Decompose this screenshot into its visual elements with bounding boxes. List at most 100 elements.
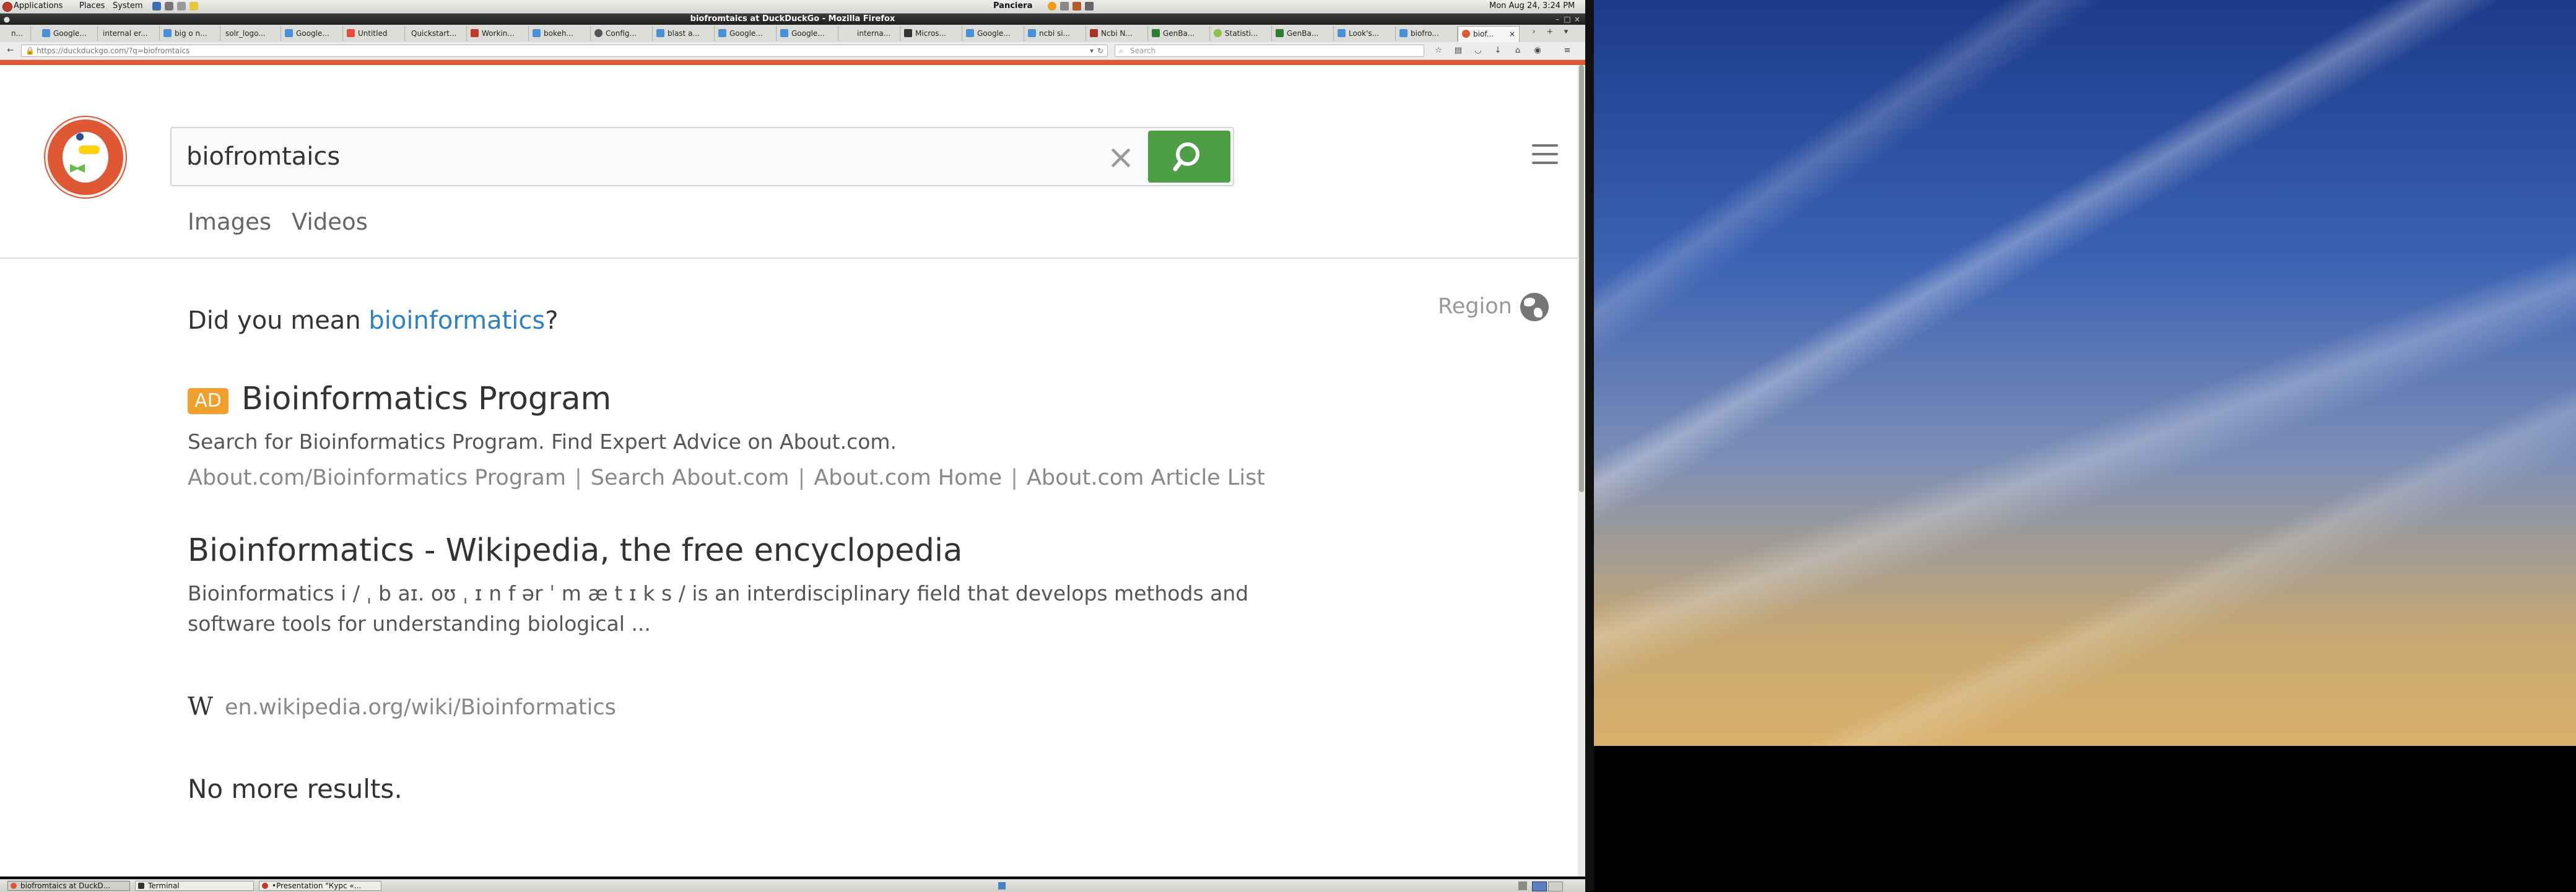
page-scrollbar[interactable] bbox=[1578, 65, 1585, 877]
maximize-icon[interactable]: □ bbox=[1563, 15, 1572, 24]
home-icon[interactable]: ⌂ bbox=[1511, 45, 1525, 57]
update-notifier-icon[interactable] bbox=[1048, 2, 1056, 11]
volume-icon[interactable] bbox=[1085, 2, 1094, 11]
taskbar-presentation[interactable]: •Presentation "Курс «... bbox=[259, 881, 381, 891]
workspace-1[interactable] bbox=[1532, 881, 1547, 891]
notification-icon[interactable] bbox=[998, 882, 1006, 890]
duckduckgo-logo-icon[interactable] bbox=[45, 117, 126, 197]
tab[interactable]: ncbi si... bbox=[1024, 26, 1086, 41]
url-text: https://duckduckgo.com/?q=biofromtaics bbox=[37, 46, 190, 55]
tab[interactable]: Config... bbox=[591, 26, 653, 41]
search-input[interactable] bbox=[186, 142, 1053, 171]
google-favicon-icon bbox=[42, 29, 50, 37]
browser-launcher-icon[interactable] bbox=[152, 2, 161, 11]
ad-result-title[interactable]: Bioinformatics Program bbox=[242, 381, 611, 417]
tab-label: Google... bbox=[791, 29, 825, 38]
tab[interactable]: GenBa... bbox=[1272, 26, 1334, 41]
url-bar[interactable]: 🔒 https://duckduckgo.com/?q=biofromtaics… bbox=[21, 45, 1108, 57]
trash-icon[interactable] bbox=[1518, 881, 1527, 890]
desktop-wallpaper bbox=[1594, 0, 2576, 746]
tab-images[interactable]: Images bbox=[188, 209, 271, 235]
tab-list-icon[interactable]: ▾ bbox=[1559, 26, 1573, 38]
ad-badge: AD bbox=[188, 388, 228, 414]
tab[interactable]: Workin... bbox=[467, 26, 529, 41]
tab[interactable]: interna... bbox=[838, 26, 900, 41]
result-title[interactable]: Bioinformatics - Wikipedia, the free enc… bbox=[188, 532, 962, 569]
window-menu-icon[interactable]: ● bbox=[2, 15, 11, 24]
tab[interactable]: blast a... bbox=[653, 26, 715, 41]
scrollbar-thumb[interactable] bbox=[1579, 65, 1584, 492]
monitor-gap bbox=[1585, 0, 1594, 891]
tab-close-icon[interactable]: × bbox=[1509, 27, 1515, 41]
tab-videos[interactable]: Videos bbox=[292, 209, 368, 235]
tab[interactable]: Google... bbox=[777, 26, 838, 41]
genbank-favicon-icon bbox=[1276, 29, 1284, 37]
sitelink[interactable]: About.com Article List bbox=[1027, 465, 1265, 490]
pocket-icon[interactable]: ◡ bbox=[1471, 45, 1485, 57]
search-button[interactable] bbox=[1148, 131, 1230, 183]
region-selector[interactable]: Region bbox=[1438, 294, 1512, 319]
suggestion-link[interactable]: bioinformatics bbox=[368, 306, 545, 335]
did-you-mean-prefix: Did you mean bbox=[188, 306, 369, 335]
tab-label: n... bbox=[11, 29, 24, 38]
reading-list-icon[interactable]: ▤ bbox=[1451, 45, 1465, 57]
chat-icon[interactable]: ◉ bbox=[1531, 45, 1544, 57]
tab-label: Google... bbox=[53, 29, 87, 38]
workspace-2[interactable] bbox=[1548, 881, 1563, 891]
clear-search-icon[interactable]: × bbox=[1100, 137, 1141, 178]
tab[interactable]: Google... bbox=[715, 26, 777, 41]
new-tab-icon[interactable]: + bbox=[1543, 26, 1557, 38]
window-titlebar[interactable]: ● biofromtaics at DuckDuckGo - Mozilla F… bbox=[0, 14, 1585, 25]
help-launcher-icon[interactable] bbox=[177, 2, 186, 11]
tab[interactable]: Look's... bbox=[1334, 26, 1396, 41]
gnome-foot-icon[interactable] bbox=[2, 2, 12, 12]
tab[interactable]: Untitled bbox=[343, 26, 405, 41]
tab[interactable]: Google... bbox=[281, 26, 343, 41]
did-you-mean: Did you mean bioinformatics? bbox=[188, 306, 558, 335]
notes-launcher-icon[interactable] bbox=[189, 2, 198, 11]
bookmark-star-icon[interactable]: ☆ bbox=[1432, 45, 1445, 57]
tab[interactable]: biofro... bbox=[1396, 26, 1458, 41]
back-icon[interactable]: ← bbox=[4, 45, 17, 57]
battery-icon[interactable] bbox=[1073, 2, 1081, 11]
tab[interactable]: Statisti... bbox=[1210, 26, 1272, 41]
reload-icon[interactable]: ↻ bbox=[1097, 45, 1103, 56]
url-dropdown-icon[interactable]: ▾ bbox=[1090, 45, 1094, 56]
tab-active[interactable]: biof... × bbox=[1458, 26, 1520, 42]
tab[interactable]: Google... bbox=[38, 26, 98, 41]
taskbar-firefox[interactable]: biofromtaics at DuckD... bbox=[7, 881, 130, 891]
window-close-icon[interactable]: × bbox=[1573, 15, 1582, 24]
result-url[interactable]: en.wikipedia.org/wiki/Bioinformatics bbox=[225, 695, 616, 720]
tab[interactable]: Google... bbox=[962, 26, 1024, 41]
globe-icon[interactable] bbox=[1520, 293, 1549, 321]
tab[interactable]: big o n... bbox=[160, 26, 220, 41]
download-icon[interactable]: ↓ bbox=[1491, 45, 1505, 57]
tab[interactable]: GenBa... bbox=[1148, 26, 1210, 41]
mail-launcher-icon[interactable] bbox=[165, 2, 173, 11]
panel-user-name[interactable]: Panciera bbox=[993, 1, 1032, 11]
menu-icon[interactable]: ≡ bbox=[1560, 45, 1574, 57]
tab[interactable]: bokeh... bbox=[529, 26, 591, 41]
panel-clock[interactable]: Mon Aug 24, 3:24 PM bbox=[1489, 1, 1575, 11]
tab[interactable]: Micros... bbox=[900, 26, 962, 41]
search-bar[interactable]: ⌕ Search bbox=[1115, 45, 1424, 57]
tab[interactable]: Quickstart... bbox=[405, 26, 467, 41]
menu-places[interactable]: Places bbox=[79, 1, 105, 11]
tab[interactable]: Ncbi N... bbox=[1086, 26, 1148, 41]
sitelink[interactable]: Search About.com bbox=[591, 465, 790, 490]
tab-scroll-right-icon[interactable]: › bbox=[1527, 26, 1541, 38]
tab-label: Google... bbox=[977, 29, 1011, 38]
taskbar-terminal[interactable]: Terminal bbox=[135, 881, 254, 891]
menu-applications[interactable]: Applications bbox=[14, 1, 63, 11]
tab[interactable]: internal er... bbox=[98, 26, 160, 41]
search-bar-placeholder: Search bbox=[1130, 46, 1156, 55]
tab[interactable]: n... bbox=[7, 26, 31, 41]
minimize-icon[interactable]: – bbox=[1553, 15, 1562, 24]
tab[interactable]: solr_logo... bbox=[220, 26, 281, 41]
menu-system[interactable]: System bbox=[113, 1, 142, 11]
clipboard-icon[interactable] bbox=[1060, 2, 1069, 11]
hamburger-menu-icon[interactable] bbox=[1532, 144, 1558, 165]
tab-label: Google... bbox=[729, 29, 763, 38]
sitelink[interactable]: About.com Home bbox=[814, 465, 1002, 490]
sitelink[interactable]: About.com/Bioinformatics Program bbox=[188, 465, 566, 490]
